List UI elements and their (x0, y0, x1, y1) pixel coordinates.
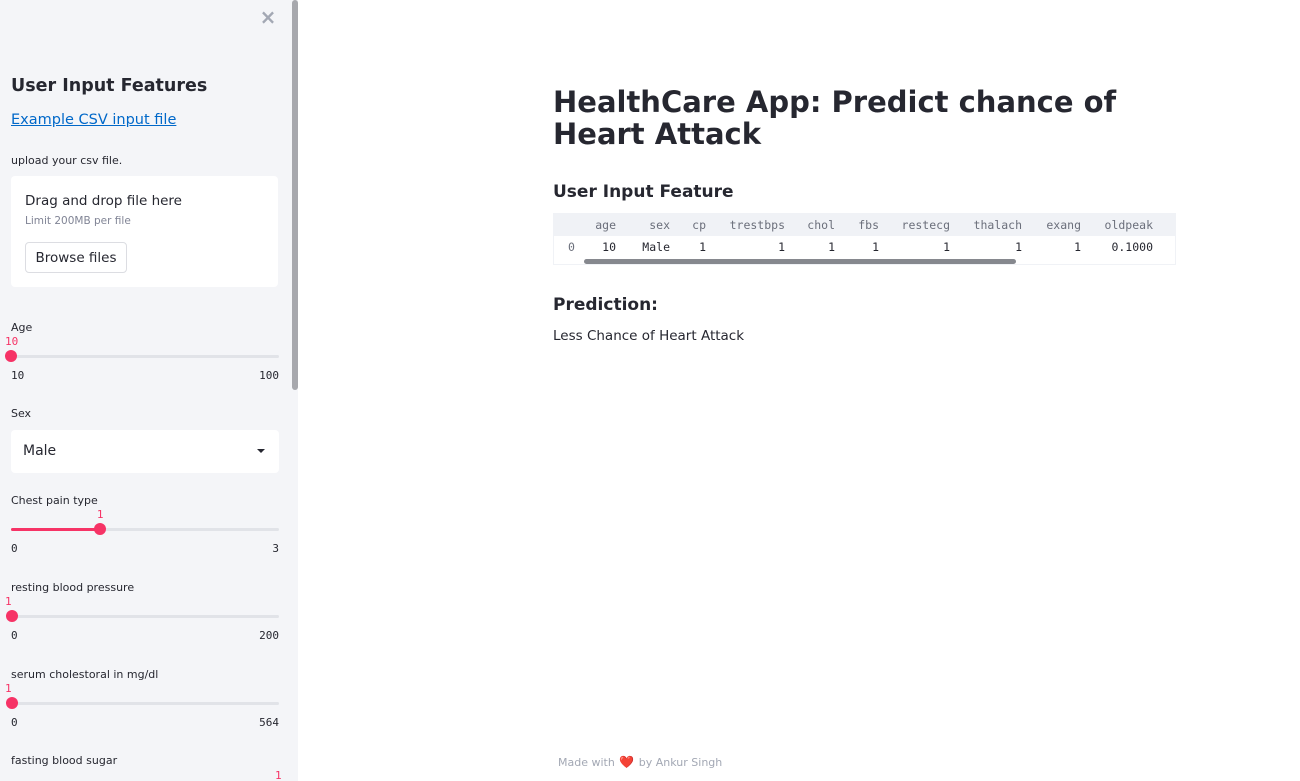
table-cell-chol: 1 (828, 240, 835, 254)
column-header-cp[interactable]: cp (692, 218, 706, 232)
sex-select[interactable]: Male (11, 430, 279, 473)
upload-label: upload your csv file. (11, 154, 123, 167)
slider-thumb[interactable] (6, 610, 19, 622)
column-header-age[interactable]: age (595, 218, 616, 232)
footer-author: by Ankur Singh (638, 756, 723, 769)
column-header-sex[interactable]: sex (649, 218, 670, 232)
age-slider[interactable]: Age 10 10 100 (5, 321, 279, 385)
sex-label: Sex (11, 407, 32, 420)
sidebar: × User Input Features Example CSV input … (0, 0, 298, 781)
footer: Made with ❤️ by Ankur Singh (558, 755, 722, 769)
table-cell-thalach: 1 (1015, 240, 1022, 254)
example-csv-link[interactable]: Example CSV input file (11, 112, 176, 128)
close-sidebar-icon[interactable]: × (258, 6, 278, 28)
age-label: Age (11, 321, 33, 334)
slider-value: 1 (96, 508, 104, 521)
table-cell-restecg: 1 (943, 240, 950, 254)
column-header-trestbps[interactable]: trestbps (730, 218, 785, 232)
blood-pressure-label: resting blood pressure (11, 581, 135, 594)
dropzone-title: Drag and drop file here (25, 193, 182, 209)
dropzone-limit: Limit 200MB per file (25, 215, 131, 227)
fasting-sugar-label: fasting blood sugar (11, 754, 118, 767)
sidebar-title: User Input Features (11, 76, 208, 96)
column-header-exang[interactable]: exang (1046, 218, 1081, 232)
cholesterol-slider[interactable]: serum cholestoral in mg/dl 1 0 564 (5, 668, 279, 732)
column-header-oldpeak[interactable]: oldpeak (1105, 218, 1153, 232)
slider-max: 100 (259, 369, 279, 382)
table-cell-trestbps: 1 (778, 240, 785, 254)
slider-max: 200 (259, 629, 279, 642)
table-cell-oldpeak: 0.1000 (1111, 240, 1153, 254)
table-cell-age: 10 (602, 240, 616, 254)
column-header-restecg[interactable]: restecg (902, 218, 950, 232)
table-cell-fbs: 1 (872, 240, 879, 254)
column-header-chol[interactable]: chol (807, 218, 835, 232)
chest-pain-slider[interactable]: Chest pain type 1 0 3 (11, 494, 279, 558)
cholesterol-label: serum cholestoral in mg/dl (11, 668, 159, 681)
slider-fill (11, 528, 101, 531)
slider-thumb[interactable] (94, 523, 107, 535)
table-row: 0 10 Male 1 1 1 1 1 1 1 0.1000 (554, 236, 1175, 258)
browse-files-button[interactable]: Browse files (25, 242, 127, 273)
row-index: 0 (568, 240, 575, 254)
caret-down-icon (257, 449, 265, 453)
footer-made-with: Made with (558, 756, 615, 769)
slider-track[interactable] (11, 615, 279, 618)
fasting-sugar-value: 1 (275, 769, 282, 781)
slider-min: 0 (11, 716, 18, 729)
table-cell-exang: 1 (1074, 240, 1081, 254)
slider-track[interactable] (11, 702, 279, 705)
table-horizontal-scrollbar[interactable] (584, 259, 1016, 264)
slider-min: 10 (11, 369, 25, 382)
slider-value: 10 (5, 335, 19, 348)
blood-pressure-slider[interactable]: resting blood pressure 1 0 200 (5, 581, 279, 645)
slider-value: 1 (5, 595, 12, 608)
page-title: HealthCare App: Predict chance of Heart … (553, 85, 1117, 151)
sex-selected-value: Male (23, 443, 57, 459)
slider-max: 564 (259, 716, 279, 729)
file-uploader-dropzone[interactable]: Drag and drop file here Limit 200MB per … (11, 176, 278, 287)
slider-min: 0 (11, 542, 18, 555)
feature-heading: User Input Feature (553, 182, 734, 202)
slider-track[interactable] (11, 355, 279, 358)
prediction-heading: Prediction: (553, 295, 658, 315)
slider-min: 0 (11, 629, 18, 642)
column-header-fbs[interactable]: fbs (858, 218, 879, 232)
chest-pain-label: Chest pain type (11, 494, 98, 507)
slider-thumb[interactable] (5, 697, 18, 709)
slider-max: 3 (272, 542, 279, 555)
heart-icon: ❤️ (619, 755, 635, 769)
prediction-result: Less Chance of Heart Attack (553, 328, 745, 344)
column-header-thalach[interactable]: thalach (974, 218, 1022, 232)
slider-thumb[interactable] (5, 350, 17, 362)
table-header-row: age sex cp trestbps chol fbs restecg thalach exa… (554, 214, 1175, 236)
table-cell-cp: 1 (699, 240, 706, 254)
feature-dataframe[interactable]: age sex cp trestbps chol fbs restecg thalach exa… (553, 213, 1176, 265)
table-cell-sex: Male (642, 240, 670, 254)
sidebar-scrollbar[interactable] (292, 0, 298, 390)
slider-value: 1 (5, 682, 12, 695)
